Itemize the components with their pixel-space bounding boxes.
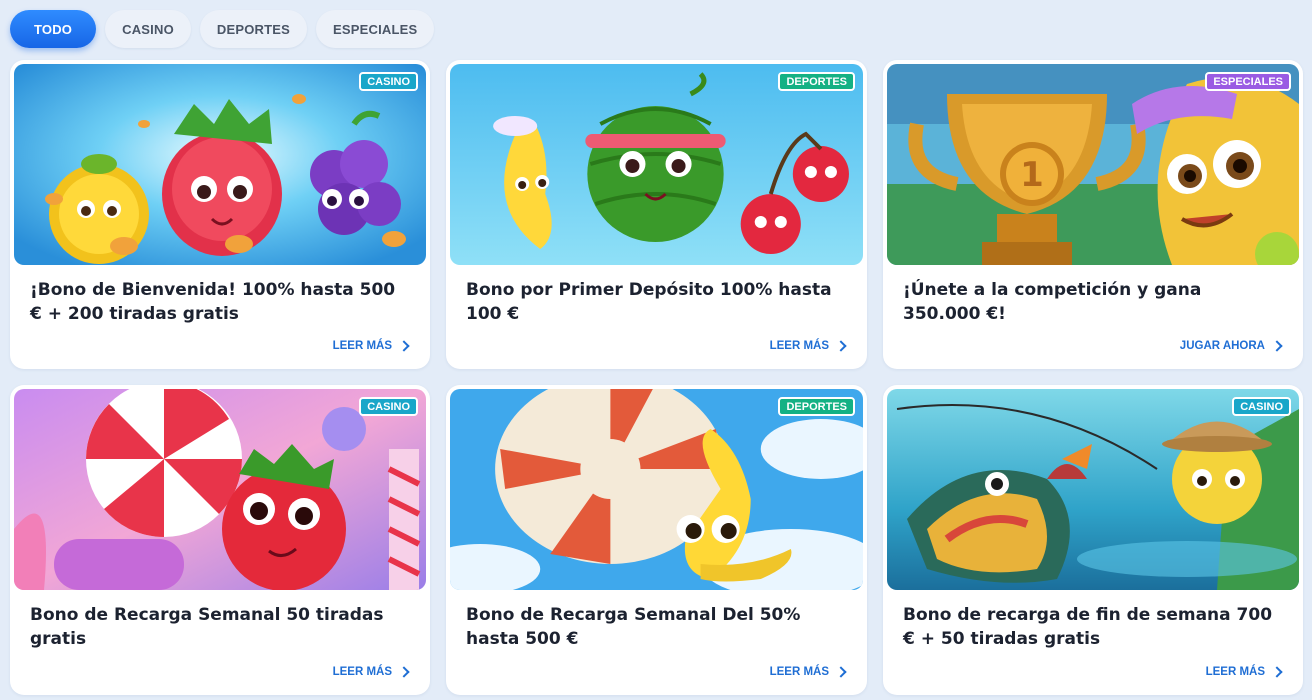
promo-image-fishing: CASINO [887, 389, 1299, 590]
chevron-right-icon [398, 340, 410, 352]
read-more-link[interactable]: LEER MÁS [332, 340, 410, 352]
promo-image-candy: CASINO [14, 389, 426, 590]
category-badge: DEPORTES [778, 397, 855, 416]
promo-title: ¡Bono de Bienvenida! 100% hasta 500 € + … [30, 280, 396, 324]
promo-card[interactable]: CASINO Bono de Recarga Semanal 50 tirada… [10, 385, 430, 695]
promo-card[interactable]: CASINO ¡Bono de Bienvenida! 100% hasta 5… [10, 60, 430, 369]
promo-title: ¡Únete a la competición y gana 350.000 €… [903, 280, 1202, 324]
category-badge: ESPECIALES [1205, 72, 1291, 91]
category-badge: CASINO [359, 397, 418, 416]
link-label: LEER MÁS [1205, 666, 1265, 678]
promo-card[interactable]: DEPORTES Bono de Recarga Semanal Del 50%… [446, 385, 867, 695]
promotions-grid: CASINO ¡Bono de Bienvenida! 100% hasta 5… [10, 60, 1303, 695]
promo-card[interactable]: CASINO Bono de recarga de fin de semana … [883, 385, 1303, 695]
promo-title: Bono de recarga de fin de semana 700 € +… [903, 605, 1273, 649]
link-label: LEER MÁS [332, 340, 392, 352]
chevron-right-icon [398, 666, 410, 678]
read-more-link[interactable]: LEER MÁS [769, 340, 847, 352]
link-label: LEER MÁS [332, 666, 392, 678]
read-more-link[interactable]: LEER MÁS [1205, 666, 1283, 678]
category-badge: DEPORTES [778, 72, 855, 91]
link-label: JUGAR AHORA [1179, 340, 1265, 352]
promo-image-trophy: 1 ESPECIALES [887, 64, 1299, 265]
promo-image-parachute: DEPORTES [450, 389, 863, 590]
category-badge: CASINO [1232, 397, 1291, 416]
play-now-link[interactable]: JUGAR AHORA [1179, 340, 1283, 352]
promo-title: Bono de Recarga Semanal Del 50% hasta 50… [466, 605, 801, 649]
tab-deportes[interactable]: DEPORTES [199, 10, 308, 48]
read-more-link[interactable]: LEER MÁS [769, 666, 847, 678]
tab-especiales[interactable]: ESPECIALES [316, 10, 435, 48]
promo-card[interactable]: 1 ESPECIALES ¡Únete a la competición y g… [883, 60, 1303, 369]
promo-title: Bono por Primer Depósito 100% hasta 100 … [466, 280, 832, 324]
link-label: LEER MÁS [769, 666, 829, 678]
category-badge: CASINO [359, 72, 418, 91]
tab-todo[interactable]: TODO [10, 10, 97, 48]
tab-casino[interactable]: CASINO [105, 10, 191, 48]
promo-image-fruits: CASINO [14, 64, 426, 265]
svg-text:1: 1 [1020, 155, 1044, 195]
chevron-right-icon [835, 666, 847, 678]
promo-image-watermelon: DEPORTES [450, 64, 863, 265]
chevron-right-icon [1271, 340, 1283, 352]
link-label: LEER MÁS [769, 340, 829, 352]
promo-title: Bono de Recarga Semanal 50 tiradas grati… [30, 605, 384, 649]
promo-card[interactable]: DEPORTES Bono por Primer Depósito 100% h… [446, 60, 867, 369]
chevron-right-icon [1271, 666, 1283, 678]
chevron-right-icon [835, 340, 847, 352]
filter-tabs: TODO CASINO DEPORTES ESPECIALES [10, 10, 435, 48]
read-more-link[interactable]: LEER MÁS [332, 666, 410, 678]
